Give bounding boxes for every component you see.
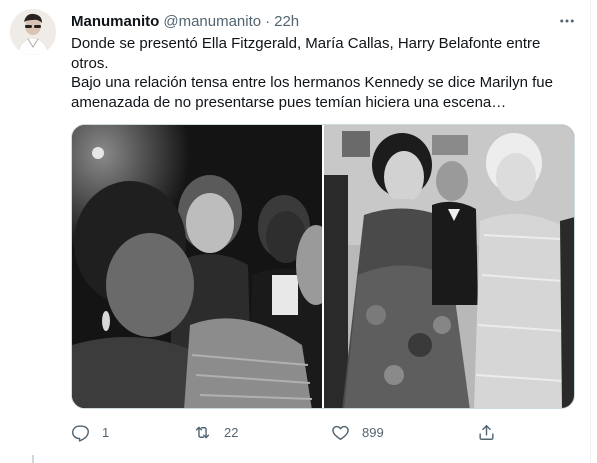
retweet-button[interactable]: 22 (193, 420, 238, 444)
photo-right[interactable] (323, 125, 574, 408)
retweet-icon (195, 426, 210, 438)
tweet-text-line-2: Bajo una relación tensa entre los herman… (71, 74, 553, 111)
tweet-header: Manumanito @manumanito · 22h (71, 11, 299, 31)
tweet-text: Donde se presentó Ella Fitzgerald, María… (71, 34, 571, 112)
reply-icon (72, 424, 89, 442)
author-name[interactable]: Manumanito (71, 13, 159, 30)
retweet-count: 22 (224, 424, 239, 440)
separator: · (265, 12, 271, 30)
tweet-actions: 1 22 899 (71, 420, 511, 444)
tweet-text-line-1: Donde se presentó Ella Fitzgerald, María… (71, 35, 541, 72)
like-button[interactable]: 899 (331, 420, 384, 444)
tweet[interactable]: Manumanito @manumanito · 22h Donde se pr… (0, 0, 597, 463)
reply-count: 1 (102, 424, 110, 440)
avatar[interactable] (10, 9, 56, 55)
share-button[interactable] (477, 420, 496, 444)
more-icon (560, 19, 574, 23)
timestamp[interactable]: 22h (274, 13, 299, 30)
like-count: 899 (362, 424, 384, 440)
heart-icon (332, 425, 349, 440)
timeline-border (590, 0, 591, 463)
author-handle[interactable]: @manumanito (163, 13, 261, 30)
thread-line (32, 455, 34, 463)
photo-left-image (72, 125, 322, 408)
avatar-image (10, 9, 56, 55)
photo-right-image (323, 125, 574, 408)
media-grid (71, 124, 575, 409)
share-icon (479, 424, 494, 440)
photo-left[interactable] (72, 125, 322, 408)
reply-button[interactable]: 1 (71, 420, 109, 444)
more-button[interactable] (557, 11, 577, 31)
